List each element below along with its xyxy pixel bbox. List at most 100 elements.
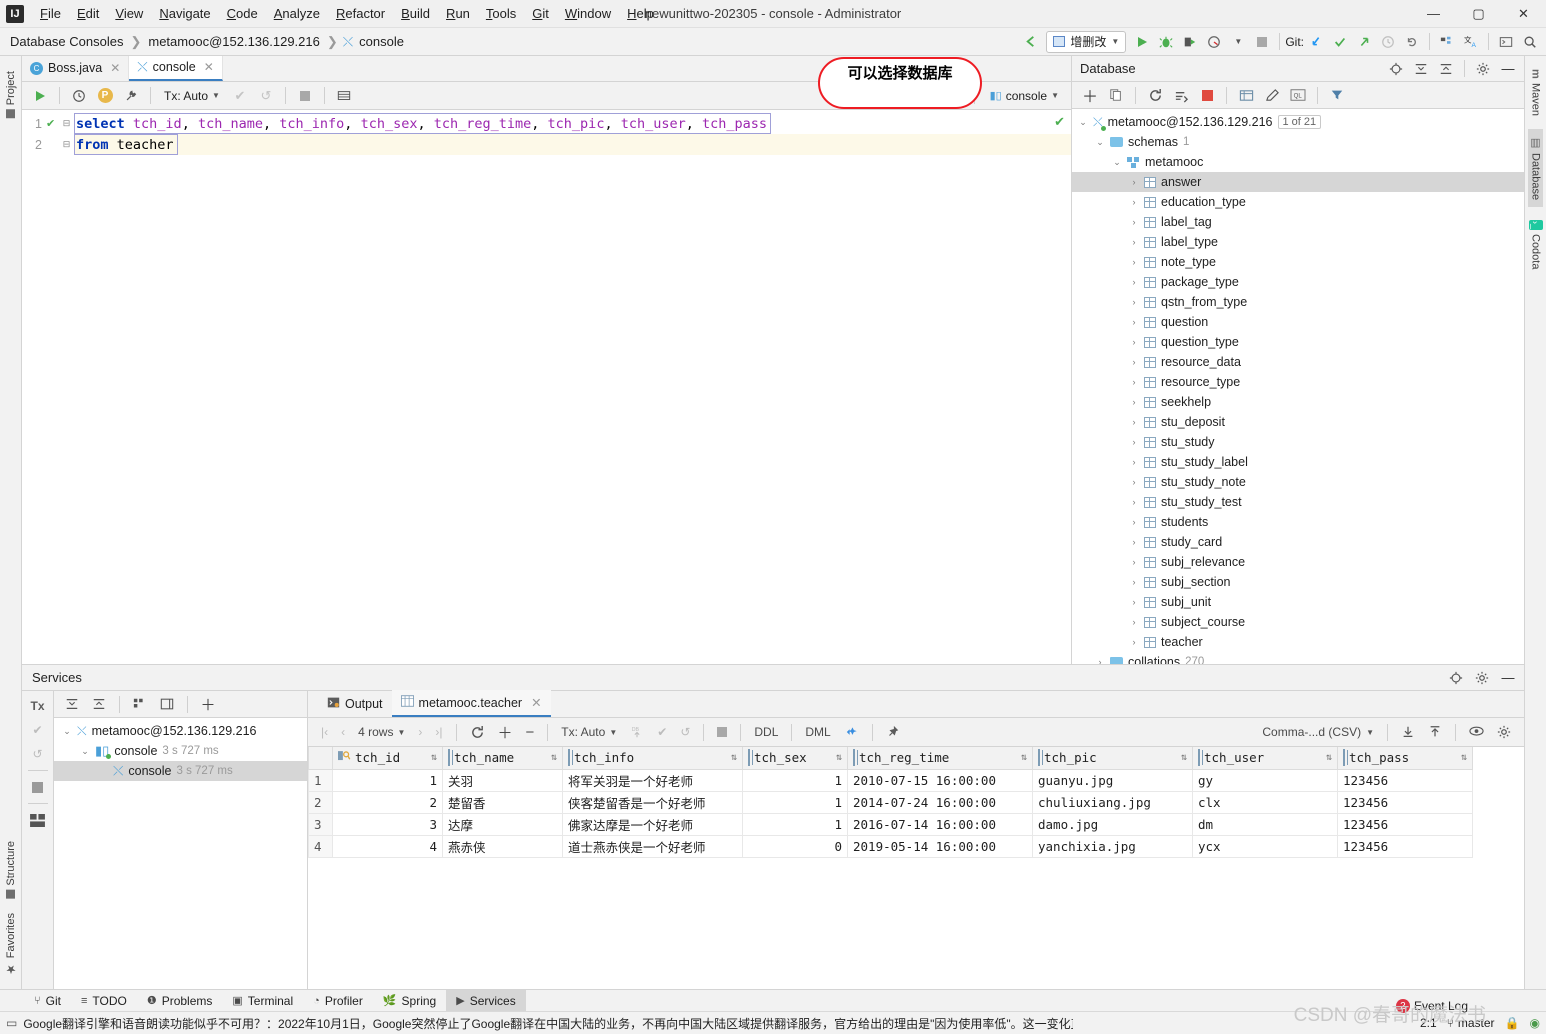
caret-position[interactable]: 2:1 [1420, 1016, 1437, 1030]
result-grid[interactable]: tch_id ⇅ tch_name ⇅ tch_info ⇅ tch_sex ⇅ tch_reg… [308, 747, 1473, 858]
services-tree-node[interactable]: ⌄ ⤬ metamooc@152.136.129.216 [54, 721, 307, 741]
debug-icon[interactable] [1154, 30, 1178, 54]
window-controls[interactable]: — ▢ ✕ [1411, 0, 1546, 28]
grid-column-header-tch_user[interactable]: tch_user ⇅ [1192, 747, 1338, 770]
chevron-down-icon[interactable]: ⌄ [1078, 117, 1088, 128]
run-with-coverage-icon[interactable] [1178, 30, 1202, 54]
menu-view[interactable]: View [107, 3, 151, 24]
gear-icon[interactable] [1470, 666, 1494, 690]
data-editor-icon[interactable] [1234, 83, 1258, 107]
tab-output[interactable]: Output [318, 690, 392, 717]
tree-node-connection[interactable]: ⌄ ⤬ metamooc@152.136.129.216 1 of 21 [1072, 112, 1524, 132]
cell-tch_info[interactable]: 道士燕赤侠是一个好老师 [562, 834, 743, 858]
menu-edit[interactable]: Edit [69, 3, 107, 24]
chevron-right-icon[interactable]: › [1129, 357, 1139, 367]
close-icon[interactable]: ✕ [110, 61, 120, 75]
menu-code[interactable]: Code [219, 3, 266, 24]
close-icon[interactable]: ✕ [204, 60, 214, 74]
close-icon[interactable]: ✕ [531, 695, 541, 710]
chevron-right-icon[interactable]: › [1129, 277, 1139, 287]
services-tree[interactable]: ⌄ ⤬ metamooc@152.136.129.216 ⌄ ▮▯ console 3 s … [54, 718, 307, 781]
tree-node-table-subject_course[interactable]: › subject_course [1072, 612, 1524, 632]
cell-tch_pic[interactable]: damo.jpg [1032, 812, 1193, 836]
grid-column-header-tch_info[interactable]: tch_info ⇅ [562, 747, 743, 770]
row-count-selector[interactable]: 4 rows ▼ [353, 721, 410, 743]
chevron-down-icon[interactable]: ⌄ [1095, 137, 1105, 148]
expand-all-icon[interactable] [60, 692, 84, 716]
tool-button-spring[interactable]: 🌿 Spring [373, 990, 446, 1012]
cell-tch_id[interactable]: 1 [332, 768, 443, 792]
cell-tch_id[interactable]: 2 [332, 790, 443, 814]
services-tree-node[interactable]: ⤬ console 3 s 727 ms [54, 761, 307, 781]
ddl-button[interactable]: DDL [749, 721, 783, 743]
view-options-icon[interactable] [1464, 721, 1489, 743]
locate-icon[interactable] [1384, 57, 1408, 81]
minimize-button[interactable]: — [1411, 0, 1456, 28]
edit-icon[interactable] [1260, 83, 1284, 107]
menu-run[interactable]: Run [438, 3, 478, 24]
table-row[interactable]: 1 1 关羽 将军关羽是一个好老师 1 2010-07-15 16:00:00 guanyu… [308, 768, 1473, 792]
sort-icon[interactable]: ⇅ [551, 752, 557, 763]
cell-tch_user[interactable]: clx [1192, 790, 1338, 814]
chevron-right-icon[interactable]: › [1129, 237, 1139, 247]
chevron-down-icon[interactable]: ⌄ [80, 746, 90, 757]
transaction-icon[interactable]: Tx [26, 695, 50, 717]
sort-icon[interactable]: ⇅ [731, 752, 737, 763]
chevron-right-icon[interactable]: › [1129, 397, 1139, 407]
export-format-selector[interactable]: Comma-...d (CSV) ▼ [1257, 721, 1379, 743]
cell-tch_id[interactable]: 3 [332, 812, 443, 836]
sort-icon[interactable]: ⇅ [1021, 752, 1027, 763]
editor-tab-boss-java[interactable]: C Boss.java ✕ [22, 55, 130, 81]
tool-button-git[interactable]: ⑂ Git [24, 990, 71, 1012]
tree-node-table-subj_relevance[interactable]: › subj_relevance [1072, 552, 1524, 572]
cell-tch_pass[interactable]: 123456 [1337, 834, 1473, 858]
add-data-source-icon[interactable]: ＋ [1078, 83, 1102, 107]
tab-metamooc-teacher[interactable]: metamooc.teacher ✕ [391, 690, 551, 717]
gear-icon[interactable] [1492, 721, 1516, 743]
upload-icon[interactable] [1423, 721, 1447, 743]
grid-column-header-tch_sex[interactable]: tch_sex ⇅ [742, 747, 848, 770]
grid-column-header-tch_pic[interactable]: tch_pic ⇅ [1032, 747, 1193, 770]
cell-tch_sex[interactable]: 1 [742, 812, 848, 836]
chevron-right-icon[interactable]: › [1129, 197, 1139, 207]
menu-help[interactable]: Help [619, 3, 662, 24]
cell-tch_pic[interactable]: chuliuxiang.jpg [1032, 790, 1193, 814]
query-console-icon[interactable]: QL [1286, 83, 1310, 107]
chevron-right-icon[interactable]: › [1095, 657, 1105, 664]
editor-tab-console[interactable]: ⤬ console ✕ [129, 55, 223, 81]
sql-editor[interactable]: 1 ✔ ⊟ 2 ⊟ select tch_id, tch_name, tch_info,… [22, 110, 1071, 664]
chevron-right-icon[interactable]: › [1129, 257, 1139, 267]
tool-button-terminal[interactable]: ▣ Terminal [222, 990, 303, 1012]
stop-icon[interactable] [26, 776, 50, 798]
git-commit-icon[interactable] [1328, 30, 1352, 54]
grid-column-header-tch_name[interactable]: tch_name ⇅ [442, 747, 563, 770]
git-update-icon[interactable] [1304, 30, 1328, 54]
tree-node-table-qstn_from_type[interactable]: › qstn_from_type [1072, 292, 1524, 312]
chevron-right-icon[interactable]: › [1129, 497, 1139, 507]
tree-node-schemas[interactable]: ⌄ schemas 1 [1072, 132, 1524, 152]
run-icon[interactable] [1130, 30, 1154, 54]
reload-page-icon[interactable] [465, 721, 490, 743]
tree-node-schema-metamooc[interactable]: ⌄ metamooc [1072, 152, 1524, 172]
search-everywhere-icon[interactable] [1518, 30, 1542, 54]
terminal-icon[interactable] [1494, 30, 1518, 54]
menu-build[interactable]: Build [393, 3, 438, 24]
open-in-window-icon[interactable] [155, 692, 179, 716]
table-row[interactable]: 4 4 燕赤侠 道士燕赤侠是一个好老师 0 2019-05-14 16:00:00 yanc… [308, 834, 1473, 858]
session-selector[interactable]: ▮▯ console ▼ [983, 84, 1065, 107]
structure-icon[interactable] [1435, 30, 1459, 54]
cell-tch_user[interactable]: gy [1192, 768, 1338, 792]
tree-node-table-stu_study[interactable]: › stu_study [1072, 432, 1524, 452]
cell-tch_info[interactable]: 佛家达摩是一个好老师 [562, 812, 743, 836]
filter-icon[interactable] [1325, 83, 1349, 107]
tool-window-maven[interactable]: m Maven [1529, 62, 1543, 123]
cell-tch_reg_time[interactable]: 2014-07-24 16:00:00 [847, 790, 1033, 814]
cell-tch_reg_time[interactable]: 2019-05-14 16:00:00 [847, 834, 1033, 858]
cell-tch_id[interactable]: 4 [332, 834, 443, 858]
expand-all-icon[interactable] [1409, 57, 1433, 81]
collapse-all-icon[interactable] [1434, 57, 1458, 81]
menu-navigate[interactable]: Navigate [151, 3, 218, 24]
cell-tch_pic[interactable]: yanchixia.jpg [1032, 834, 1193, 858]
inspection-icon[interactable]: ◉ [1530, 1016, 1540, 1030]
services-tree-node[interactable]: ⌄ ▮▯ console 3 s 727 ms [54, 741, 307, 761]
